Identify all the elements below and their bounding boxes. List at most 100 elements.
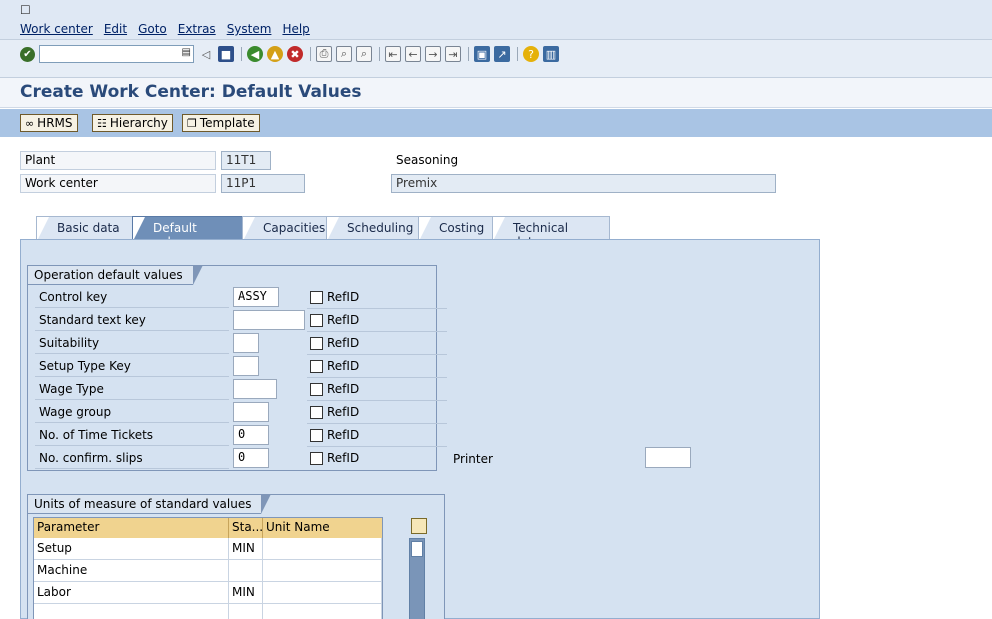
wage-group-field[interactable] [233, 402, 269, 422]
hrms-label: HRMS [37, 116, 73, 130]
setup-type-key-field[interactable] [233, 356, 259, 376]
table-vertical-scrollbar[interactable] [409, 538, 425, 619]
command-history-icon[interactable]: ▤ [182, 47, 191, 58]
menu-items: Work center Edit Goto Extras System Help [20, 22, 310, 36]
row-divider [307, 423, 447, 424]
menu-help[interactable]: Help [282, 22, 309, 36]
menu-icon[interactable]: ☐ [20, 3, 31, 17]
hierarchy-button[interactable]: ☷ Hierarchy [92, 114, 173, 132]
exit-icon[interactable]: ▲ [267, 46, 283, 62]
table-row-machine-std[interactable] [229, 560, 263, 582]
last-page-icon[interactable]: ⇥ [445, 46, 461, 62]
template-label: Template [199, 116, 255, 130]
control-key-field[interactable]: ASSY [233, 287, 279, 307]
standard-text-key-field[interactable] [233, 310, 305, 330]
table-row-setup-parameter: Setup [34, 538, 229, 560]
first-page-icon[interactable]: ⇤ [385, 46, 401, 62]
help-icon[interactable]: ? [523, 46, 539, 62]
work-center-field[interactable]: 11P1 [221, 174, 305, 193]
plant-description: Seasoning [396, 153, 459, 167]
time-tickets-field[interactable]: 0 [233, 425, 269, 445]
page-title: Create Work Center: Default Values [20, 82, 362, 102]
menu-work-center[interactable]: Work center [20, 22, 93, 36]
wage-group-refid-checkbox[interactable] [310, 406, 323, 419]
wage-type-label: Wage Type [35, 380, 229, 400]
cancel-icon[interactable]: ✖ [287, 46, 303, 62]
green-back-icon[interactable]: ◀ [247, 46, 263, 62]
title-bar: Create Work Center: Default Values [0, 78, 992, 108]
time-tickets-refid-label: RefID [327, 428, 360, 442]
control-key-refid-label: RefID [327, 290, 360, 304]
standard-text-key-label: Standard text key [35, 311, 229, 331]
wage-type-refid-checkbox[interactable] [310, 383, 323, 396]
toolbar-separator [241, 47, 242, 61]
confirm-slips-field[interactable]: 0 [233, 448, 269, 468]
wage-type-field[interactable] [233, 379, 277, 399]
standard-text-key-refid-label: RefID [327, 313, 360, 327]
suitability-label: Suitability [35, 334, 229, 354]
suitability-refid-label: RefID [327, 336, 360, 350]
menu-goto[interactable]: Goto [138, 22, 167, 36]
menu-system[interactable]: System [227, 22, 272, 36]
standard-toolbar: ✔ ▤ ◁ ■ ◀ ▲ ✖ ⎙ ⌕ ⌕ ⇤ ← → ⇥ ▣ ↗ ? ▥ [0, 40, 992, 78]
confirm-slips-refid-checkbox[interactable] [310, 452, 323, 465]
prev-page-icon[interactable]: ← [405, 46, 421, 62]
printer-label: Printer [453, 452, 493, 466]
tab-panel: Operation default values Control key ASS… [20, 239, 820, 619]
new-session-icon[interactable]: ▣ [474, 46, 490, 62]
next-page-icon[interactable]: → [425, 46, 441, 62]
units-of-measure-title: Units of measure of standard values [27, 494, 272, 514]
setup-type-key-label: Setup Type Key [35, 357, 229, 377]
control-key-refid-checkbox[interactable] [310, 291, 323, 304]
template-icon: ❐ [187, 116, 197, 130]
work-center-description: Premix [391, 174, 776, 193]
tab-default-values[interactable]: Default values [132, 216, 250, 249]
suitability-field[interactable] [233, 333, 259, 353]
table-row-labor-unit-name [263, 582, 382, 604]
standard-text-key-refid-checkbox[interactable] [310, 314, 323, 327]
hierarchy-label: Hierarchy [109, 116, 168, 130]
tab-basic-data[interactable]: Basic data [36, 216, 140, 241]
row-divider [307, 331, 447, 332]
confirm-slips-label: No. confirm. slips [35, 449, 229, 469]
toolbar-separator [517, 47, 518, 61]
hrms-button[interactable]: ∞ HRMS [20, 114, 78, 132]
row-divider [307, 308, 447, 309]
command-field[interactable]: ▤ [39, 45, 194, 63]
confirm-slips-refid-label: RefID [327, 451, 360, 465]
find-icon[interactable]: ⌕ [336, 46, 352, 62]
operation-default-values-title: Operation default values [27, 265, 203, 285]
column-header-std[interactable]: Sta... [229, 518, 263, 538]
time-tickets-refid-checkbox[interactable] [310, 429, 323, 442]
find-next-icon[interactable]: ⌕ [356, 46, 372, 62]
enter-icon[interactable]: ✔ [20, 46, 35, 62]
table-row-empty-std[interactable] [229, 604, 263, 619]
setup-type-key-refid-checkbox[interactable] [310, 360, 323, 373]
menu-extras[interactable]: Extras [178, 22, 216, 36]
suitability-refid-checkbox[interactable] [310, 337, 323, 350]
table-settings-icon[interactable] [411, 518, 427, 534]
tab-costing[interactable]: Costing [418, 216, 500, 241]
table-row-setup-std[interactable]: MIN [229, 538, 263, 560]
scrollbar-thumb[interactable] [411, 541, 423, 557]
save-icon[interactable]: ■ [218, 46, 234, 62]
back-icon[interactable]: ◁ [198, 46, 214, 62]
link-icon: ∞ [25, 116, 35, 130]
column-header-unit-name[interactable]: Unit Name [263, 518, 382, 538]
menu-bar: ☐ Work center Edit Goto Extras System He… [0, 0, 992, 40]
plant-field[interactable]: 11T1 [221, 151, 271, 170]
layout-icon[interactable]: ▥ [543, 46, 559, 62]
template-button[interactable]: ❐ Template [182, 114, 260, 132]
control-key-label: Control key [35, 288, 229, 308]
printer-field[interactable] [645, 447, 691, 468]
print-icon[interactable]: ⎙ [316, 46, 332, 62]
tab-capacities[interactable]: Capacities [242, 216, 334, 241]
table-row-labor-std[interactable]: MIN [229, 582, 263, 604]
table-row-machine-parameter: Machine [34, 560, 229, 582]
units-table: Parameter Sta... Unit Name Setup MIN Mac… [33, 517, 383, 619]
tab-technical-data[interactable]: Technical data [492, 216, 610, 249]
shortcut-icon[interactable]: ↗ [494, 46, 510, 62]
menu-edit[interactable]: Edit [104, 22, 127, 36]
column-header-parameter[interactable]: Parameter [34, 518, 229, 538]
tab-scheduling[interactable]: Scheduling [326, 216, 426, 241]
